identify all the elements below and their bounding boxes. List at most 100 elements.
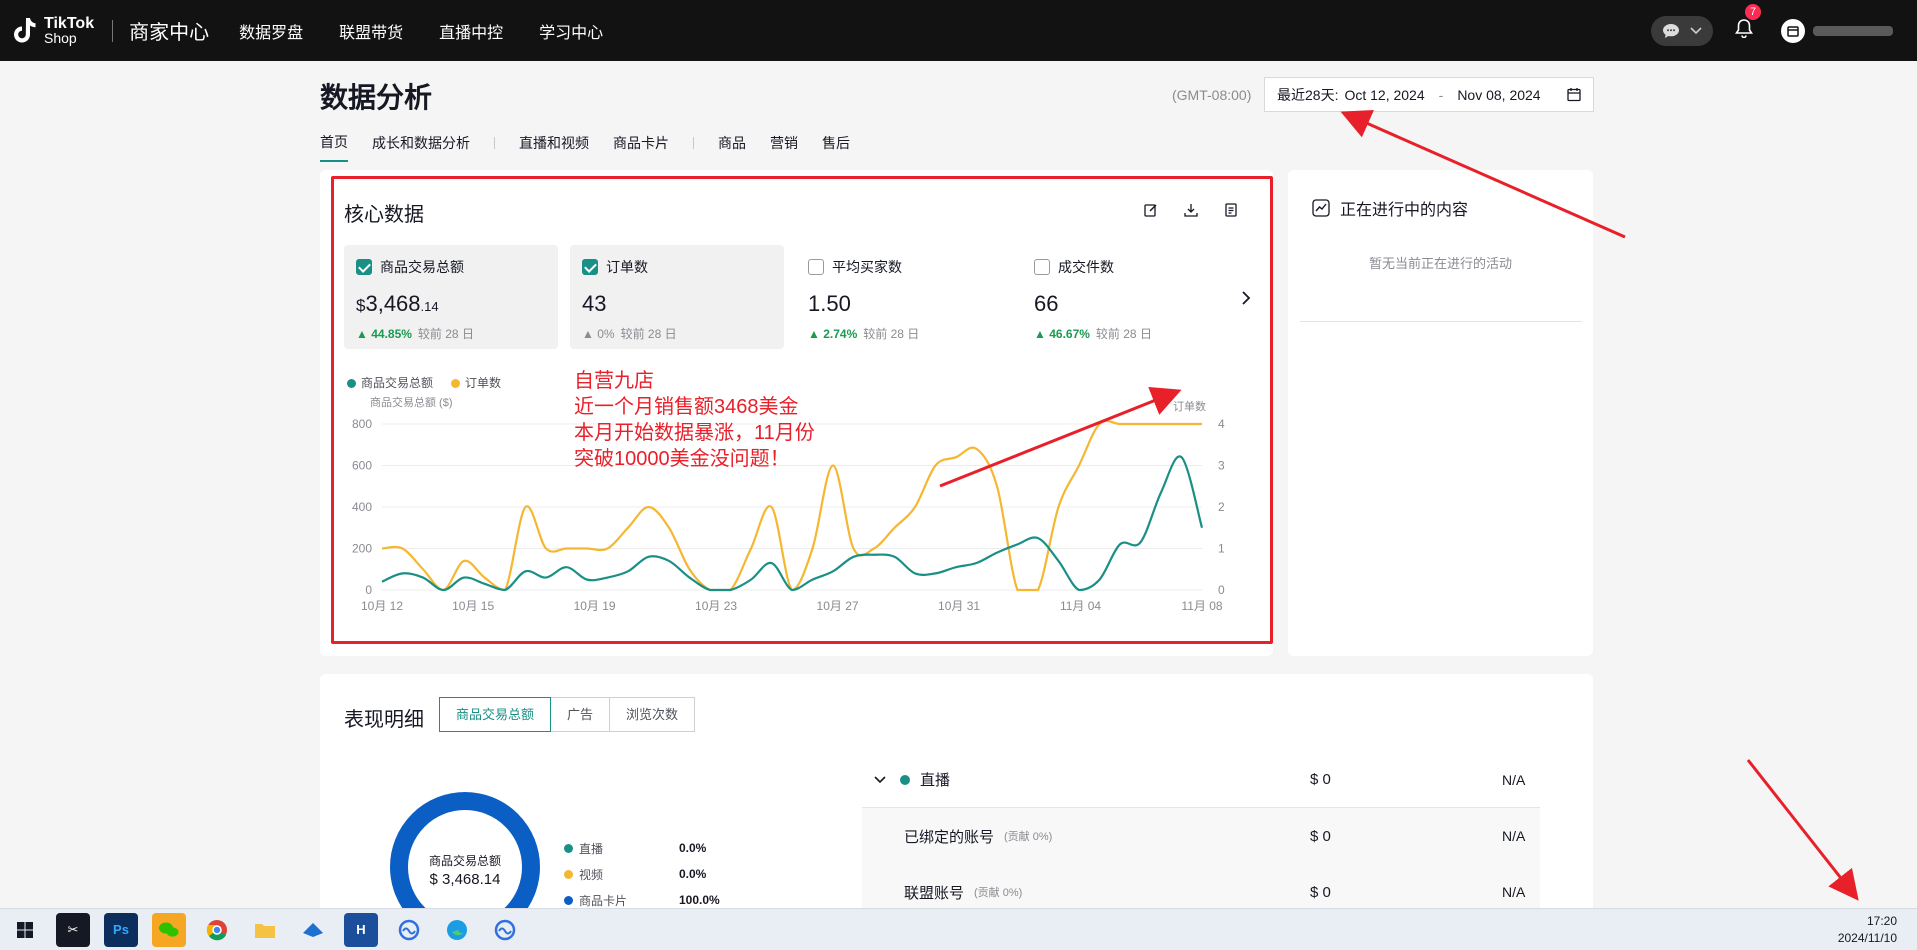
series-line-gmv <box>381 455 1204 592</box>
legend-dot <box>347 379 356 389</box>
y-tick-label: 200 <box>352 542 372 556</box>
chart-legend: 商品交易总额 订单数 <box>347 374 519 391</box>
y-tick-label: 800 <box>352 417 372 431</box>
legend-dot <box>451 379 461 389</box>
row-extra: N/A <box>1502 828 1526 844</box>
date-range-picker[interactable]: 最近28天: Oct 12, 2024 - Nov 08, 2024 <box>1264 77 1594 112</box>
chrome-app-icon[interactable] <box>200 913 234 947</box>
x-tick-label: 10月 31 <box>938 599 980 613</box>
metric-compare: 较前 28 日 <box>417 327 474 341</box>
edge-browser-icon[interactable] <box>440 913 474 947</box>
tab-products[interactable]: 商品 <box>718 133 746 161</box>
metric-checkbox[interactable] <box>582 259 598 275</box>
chat-button[interactable] <box>1651 15 1713 46</box>
tab-product-card[interactable]: 商品卡片 <box>613 133 669 161</box>
document-icon[interactable] <box>1223 202 1239 218</box>
metric-gmv[interactable]: 商品交易总额 $3,468.14 ▲ 44.85% 较前 28 日 <box>344 245 558 349</box>
notification-count-badge: 7 <box>1745 4 1761 20</box>
tab-after-sales[interactable]: 售后 <box>822 133 850 161</box>
date-separator: - <box>1438 86 1444 103</box>
annotation-line: 近一个月销售额3468美金 <box>574 396 799 418</box>
timezone-label: (GMT-08:00) <box>1172 87 1252 103</box>
annotation-line: 突破10000美金没问题！ <box>574 448 790 470</box>
metric-label: 商品交易总额 <box>380 259 464 275</box>
legend-item-orders[interactable]: 订单数 <box>451 374 501 391</box>
tiktok-shop-logo[interactable]: TikTok Shop <box>12 15 94 46</box>
legend-dot <box>564 895 573 905</box>
tab-home[interactable]: 首页 <box>320 132 348 162</box>
metric-checkbox[interactable] <box>808 259 824 275</box>
metric-checkbox[interactable] <box>1034 259 1050 275</box>
y2-tick-label: 2 <box>1218 500 1225 514</box>
metric-checkbox[interactable] <box>356 259 372 275</box>
account-name[interactable] <box>1813 25 1893 36</box>
status-dot <box>900 774 910 785</box>
in-progress-title: 正在进行中的内容 <box>1312 196 1468 220</box>
chevron-down-icon <box>1690 26 1702 34</box>
x-tick-label: 11月 08 <box>1181 599 1222 613</box>
x-tick-label: 10月 27 <box>817 599 859 613</box>
x-tick-label: 10月 15 <box>452 599 494 613</box>
legend-dot <box>564 843 573 853</box>
row-contribution: (贡献 0%) <box>974 887 1023 899</box>
right-axis-label: 订单数 <box>1173 400 1206 413</box>
download-icon[interactable] <box>1183 202 1199 218</box>
file-explorer-icon[interactable] <box>248 913 282 947</box>
chat-bubble-icon <box>1663 23 1679 38</box>
seg-views[interactable]: 浏览次数 <box>609 697 696 732</box>
chevron-down-icon[interactable] <box>874 775 886 784</box>
table-row[interactable]: 直播 $ 0 N/A <box>862 752 1540 808</box>
seg-ads[interactable]: 广告 <box>550 697 611 732</box>
table-row[interactable]: 已绑定的账号 (贡献 0%) $ 0 N/A <box>862 808 1540 864</box>
annotation-arrow <box>1746 759 1859 901</box>
notifications-button[interactable]: 7 <box>1735 4 1761 43</box>
donut-label: 商品交易总额 <box>428 854 501 868</box>
metric-change-up: ▲ 2.74% <box>808 326 858 341</box>
wave-app-icon[interactable] <box>392 913 426 947</box>
capcut-app-icon[interactable]: ✂ <box>56 912 90 947</box>
in-progress-empty-text: 暂无当前正在进行的活动 <box>1368 256 1512 271</box>
x-tick-label: 10月 23 <box>695 599 737 613</box>
h-app-icon[interactable]: H <box>344 912 378 947</box>
metric-avg-buyers[interactable]: 平均买家数 1.50 ▲ 2.74% 较前 28 日 <box>796 245 1010 349</box>
windows-start-icon[interactable] <box>8 913 42 947</box>
wechat-app-icon[interactable] <box>152 912 186 947</box>
legend-dot <box>564 869 573 879</box>
row-value: $ 0 <box>1310 771 1331 788</box>
system-clock[interactable]: 17:20 2024/11/10 <box>1838 913 1897 947</box>
y2-tick-label: 0 <box>1218 583 1225 597</box>
metric-items-sold[interactable]: 成交件数 66 ▲ 46.67% 较前 28 日 <box>1022 245 1236 349</box>
nav-data-compass[interactable]: 数据罗盘 <box>239 19 303 43</box>
performance-table: 直播 $ 0 N/A 已绑定的账号 (贡献 0%) $ 0 N/A 联盟账号 (… <box>862 752 1540 920</box>
nav-affiliate[interactable]: 联盟带货 <box>339 19 403 43</box>
chevron-right-icon[interactable] <box>1240 290 1252 306</box>
watermark <box>1748 698 1762 712</box>
tab-growth[interactable]: 成长和数据分析 <box>372 133 470 161</box>
nav-learning-center[interactable]: 学习中心 <box>539 19 603 43</box>
bell-icon <box>1735 19 1753 39</box>
metric-value: 3,468 <box>365 291 421 316</box>
watermark <box>198 858 212 872</box>
photoshop-app-icon[interactable]: Ps <box>104 912 138 947</box>
wave-app-icon-2[interactable] <box>488 913 522 947</box>
divider <box>112 19 114 42</box>
metric-value-decimal: .14 <box>420 299 439 314</box>
divider <box>1300 321 1582 322</box>
y2-tick-label: 1 <box>1218 542 1225 556</box>
blue-app-icon[interactable] <box>296 913 330 947</box>
annotation-line: 本月开始数据暴涨，11月份 <box>574 422 815 444</box>
metric-compare: 较前 28 日 <box>1095 327 1152 341</box>
row-value: $ 0 <box>1310 883 1331 901</box>
metric-orders[interactable]: 订单数 43 ▲ 0% 较前 28 日 <box>570 245 784 349</box>
tab-marketing[interactable]: 营销 <box>770 133 798 161</box>
y2-tick-label: 3 <box>1218 459 1225 473</box>
metric-compare: 较前 28 日 <box>620 327 677 341</box>
nav-live-control[interactable]: 直播中控 <box>439 19 503 43</box>
edit-icon[interactable] <box>1143 202 1159 218</box>
donut-value: $ 3,468.14 <box>429 871 501 888</box>
brand-title[interactable]: 商家中心 <box>129 16 209 45</box>
tab-live-video[interactable]: 直播和视频 <box>519 133 589 161</box>
shop-avatar[interactable] <box>1781 18 1805 43</box>
seg-gmv[interactable]: 商品交易总额 <box>439 697 552 732</box>
legend-item-gmv[interactable]: 商品交易总额 <box>347 374 433 391</box>
